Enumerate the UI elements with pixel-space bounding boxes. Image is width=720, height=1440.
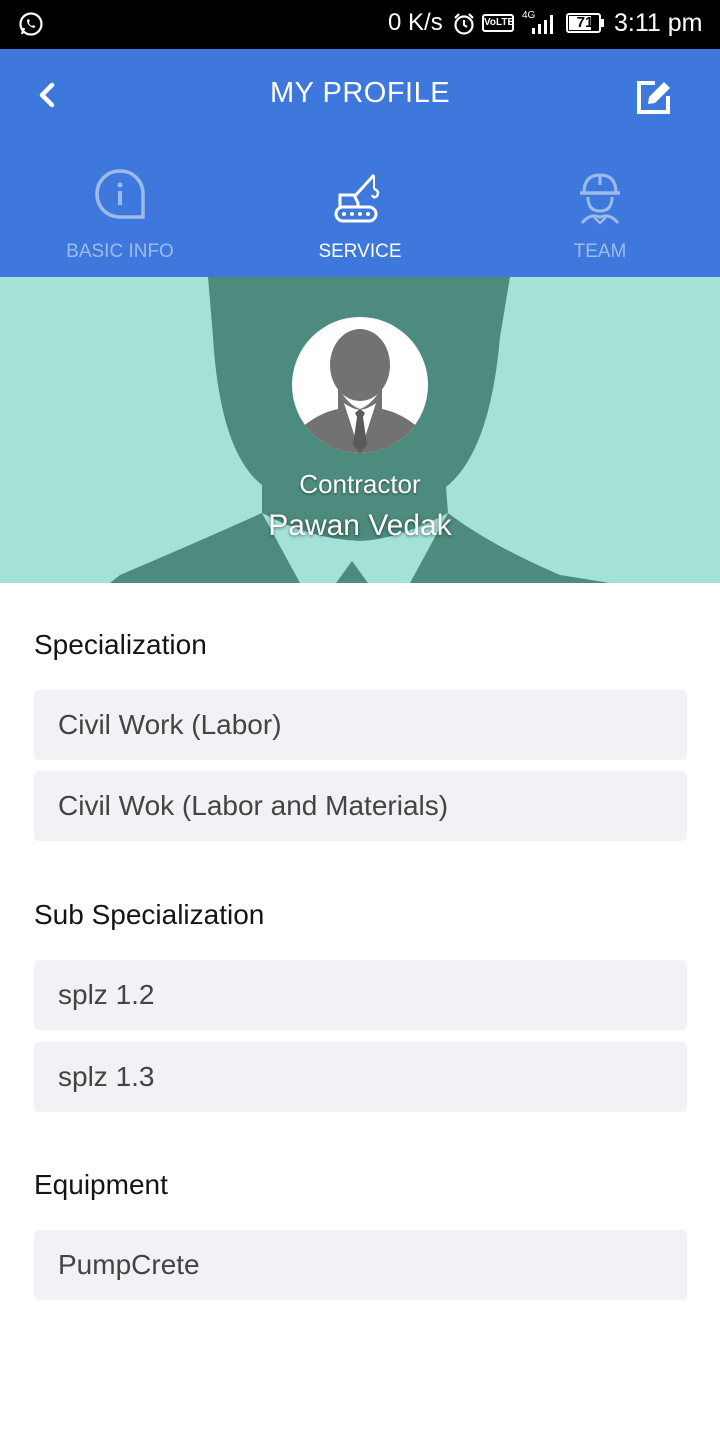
avatar[interactable] [292,317,428,453]
specialization-item: Civil Wok (Labor and Materials) [34,771,687,841]
equipment-title: Equipment [34,1169,168,1200]
sub-specialization-item: splz 1.3 [34,1042,687,1112]
tab-basic-info[interactable]: BASIC INFO [0,159,240,269]
tab-service[interactable]: SERVICE [240,159,480,269]
tab-label: BASIC INFO [66,241,174,262]
specialization-item: Civil Work (Labor) [34,690,687,760]
profile-name: Pawan Vedak [268,509,452,542]
tab-label: TEAM [573,241,627,262]
specialization-title: Specialization [34,629,207,660]
profile-role: Contractor [299,469,421,499]
whatsapp-icon [19,12,43,36]
page-title: MY PROFILE [269,77,451,109]
crane-icon [334,173,380,223]
worker-helmet-icon [580,173,620,225]
sub-specialization-title: Sub Specialization [34,899,265,930]
net-speed: 0 K/s [388,9,443,36]
sub-specialization-item: splz 1.2 [34,960,687,1030]
edit-icon[interactable] [634,77,674,117]
avatar-placeholder-icon [300,329,420,453]
signal-icon [532,15,553,34]
alarm-icon [454,13,474,35]
tab-team[interactable]: TEAM [480,159,720,269]
volte-badge: VoLTE [482,14,514,32]
equipment-item: PumpCrete [34,1230,687,1300]
tab-label: SERVICE [318,241,402,262]
app-header: MY PROFILE BASIC INFO SERVICE TEAM [0,49,720,277]
battery-level: 71 [576,14,594,31]
status-bar: 0 K/s VoLTE 4G 71 3:11 pm [0,0,720,49]
clock: 3:11 pm [614,9,703,37]
profile-banner: Contractor Pawan Vedak [0,277,720,583]
info-icon [95,169,145,219]
